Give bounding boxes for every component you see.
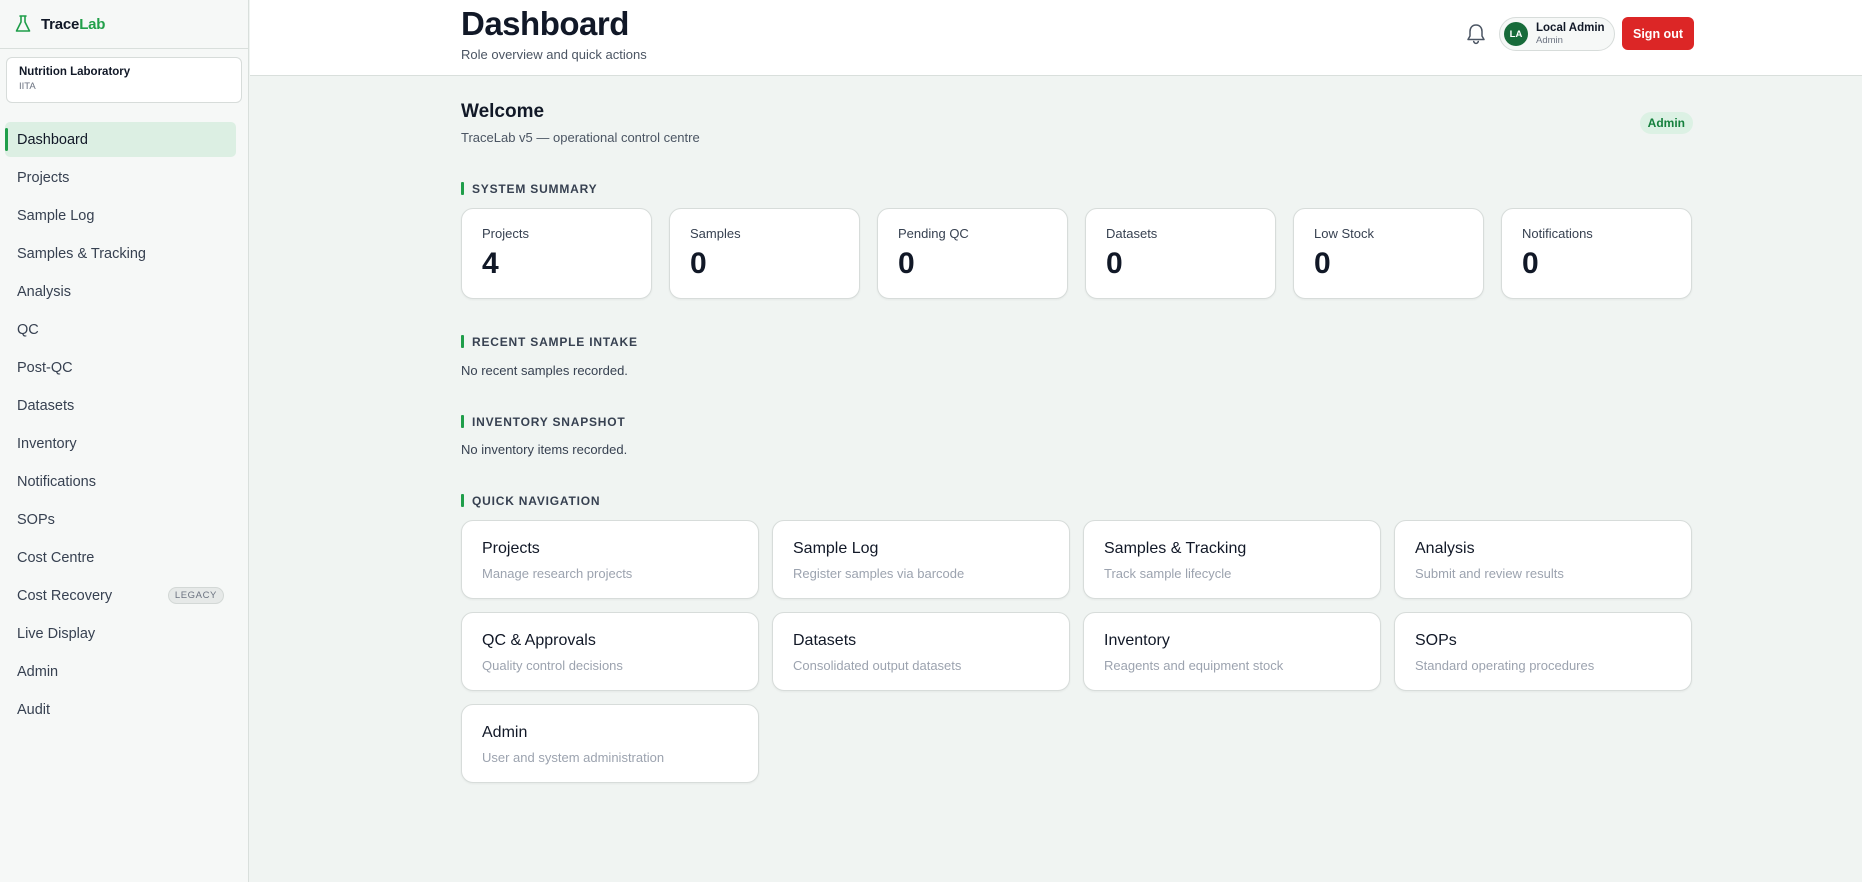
section-title-quick-navigation: QUICK NAVIGATION — [461, 494, 600, 508]
section-title-system-summary: SYSTEM SUMMARY — [461, 182, 597, 196]
sidebar-item-samples-tracking[interactable]: Samples & Tracking — [5, 236, 236, 271]
sidebar-item-live-display[interactable]: Live Display — [5, 616, 236, 651]
sidebar-item-cost-recovery[interactable]: Cost Recovery LEGACY — [5, 578, 236, 613]
stat-card-datasets[interactable]: Datasets 0 — [1085, 208, 1276, 299]
page-subtitle: Role overview and quick actions — [461, 47, 647, 62]
avatar: LA — [1504, 22, 1528, 46]
stat-card-low-stock[interactable]: Low Stock 0 — [1293, 208, 1484, 299]
quick-nav-samples-tracking[interactable]: Samples & Tracking Track sample lifecycl… — [1083, 520, 1381, 599]
sign-out-button[interactable]: Sign out — [1622, 17, 1694, 50]
bell-icon[interactable] — [1465, 22, 1487, 46]
sidebar-item-sops[interactable]: SOPs — [5, 502, 236, 537]
sidebar: TraceLab Nutrition Laboratory IITA Dashb… — [0, 0, 249, 882]
stat-card-pending-qc[interactable]: Pending QC 0 — [877, 208, 1068, 299]
quick-nav-admin[interactable]: Admin User and system administration — [461, 704, 759, 783]
section-title-inventory-snapshot: INVENTORY SNAPSHOT — [461, 415, 626, 429]
page-title: Dashboard — [461, 5, 629, 42]
user-name: Local Admin — [1536, 21, 1605, 34]
welcome-subtitle: TraceLab v5 — operational control centre — [461, 130, 700, 145]
stats-row: Projects 4 Samples 0 Pending QC 0 Datase… — [461, 208, 1692, 299]
quick-nav-projects[interactable]: Projects Manage research projects — [461, 520, 759, 599]
sidebar-item-post-qc[interactable]: Post-QC — [5, 350, 236, 385]
sidebar-item-analysis[interactable]: Analysis — [5, 274, 236, 309]
sidebar-item-dashboard[interactable]: Dashboard — [5, 122, 236, 157]
quick-nav-sops[interactable]: SOPs Standard operating procedures — [1394, 612, 1692, 691]
sidebar-item-cost-centre[interactable]: Cost Centre — [5, 540, 236, 575]
organization-switcher[interactable]: Nutrition Laboratory IITA — [6, 57, 242, 103]
section-title-recent-sample-intake: RECENT SAMPLE INTAKE — [461, 335, 638, 349]
org-subtitle: IITA — [19, 81, 36, 92]
stat-card-notifications[interactable]: Notifications 0 — [1501, 208, 1692, 299]
brand-logo[interactable]: TraceLab — [0, 0, 248, 49]
stat-card-samples[interactable]: Samples 0 — [669, 208, 860, 299]
stat-card-projects[interactable]: Projects 4 — [461, 208, 652, 299]
recent-samples-empty-text: No recent samples recorded. — [461, 363, 628, 378]
sidebar-nav: Dashboard Projects Sample Log Samples & … — [0, 122, 248, 727]
sidebar-item-audit[interactable]: Audit — [5, 692, 236, 727]
sidebar-item-inventory[interactable]: Inventory — [5, 426, 236, 461]
quick-nav-sample-log[interactable]: Sample Log Register samples via barcode — [772, 520, 1070, 599]
user-info: Local Admin Admin — [1536, 21, 1605, 46]
role-badge: Admin — [1639, 112, 1693, 134]
brand-name: TraceLab — [41, 15, 106, 33]
sidebar-item-sample-log[interactable]: Sample Log — [5, 198, 236, 233]
quick-nav-analysis[interactable]: Analysis Submit and review results — [1394, 520, 1692, 599]
org-name: Nutrition Laboratory — [19, 66, 131, 78]
sidebar-item-admin[interactable]: Admin — [5, 654, 236, 689]
inventory-empty-text: No inventory items recorded. — [461, 442, 628, 457]
sidebar-item-notifications[interactable]: Notifications — [5, 464, 236, 499]
user-role: Admin — [1536, 35, 1563, 46]
sidebar-item-datasets[interactable]: Datasets — [5, 388, 236, 423]
top-header: Dashboard Role overview and quick action… — [250, 0, 1862, 76]
legacy-badge: LEGACY — [167, 587, 224, 604]
quick-nav-qc-approvals[interactable]: QC & Approvals Quality control decisions — [461, 612, 759, 691]
quick-nav-inventory[interactable]: Inventory Reagents and equipment stock — [1083, 612, 1381, 691]
flask-icon — [15, 15, 31, 32]
quick-navigation-grid: Projects Manage research projects Sample… — [461, 520, 1692, 783]
sidebar-item-projects[interactable]: Projects — [5, 160, 236, 195]
welcome-title: Welcome — [461, 101, 545, 122]
quick-nav-datasets[interactable]: Datasets Consolidated output datasets — [772, 612, 1070, 691]
user-menu[interactable]: LA Local Admin Admin — [1499, 17, 1615, 51]
sidebar-item-qc[interactable]: QC — [5, 312, 236, 347]
